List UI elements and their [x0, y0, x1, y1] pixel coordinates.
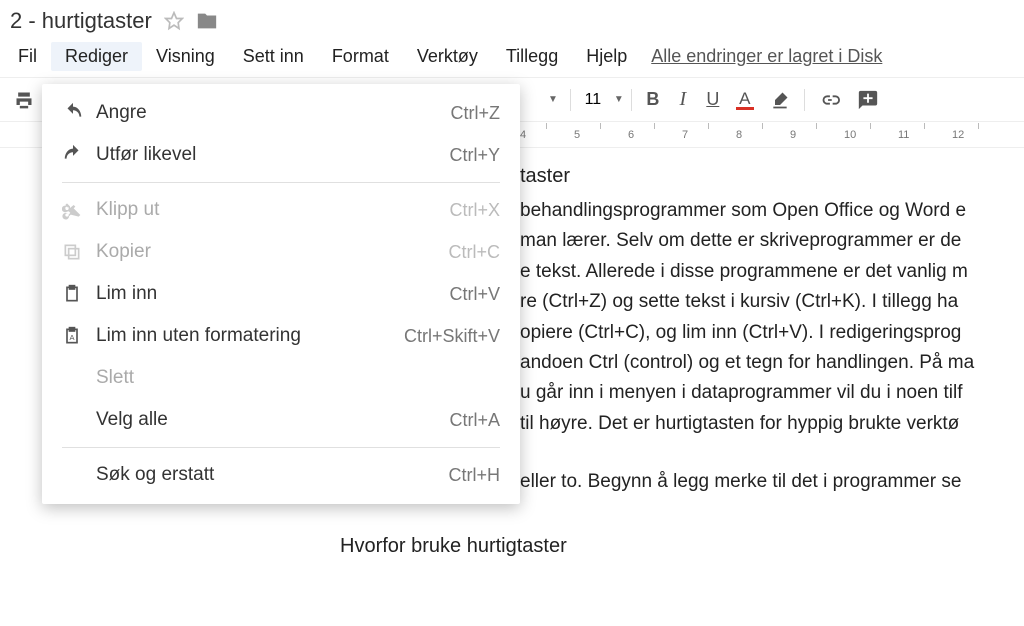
ruler-tick: 4: [520, 129, 572, 141]
star-icon[interactable]: [164, 11, 184, 31]
menu-visning[interactable]: Visning: [142, 42, 229, 71]
menu-item-delete[interactable]: Slett: [42, 357, 520, 399]
doc-text: til høyre. Det er hurtigtasten for hyppi…: [520, 409, 1024, 439]
menu-item-label: Slett: [96, 367, 500, 389]
menu-item-shortcut: Ctrl+A: [449, 410, 500, 431]
ruler-tick: 7: [682, 129, 734, 141]
title-bar: 2 - hurtigtaster: [0, 0, 1024, 38]
redo-icon: [62, 144, 96, 166]
menu-item-cut[interactable]: Klipp ut Ctrl+X: [42, 189, 520, 231]
menu-divider: [62, 447, 500, 448]
highlight-button[interactable]: [762, 84, 798, 116]
paste-icon: [62, 284, 96, 304]
font-size-control[interactable]: ▼: [577, 90, 625, 110]
style-dropdown[interactable]: ▼: [542, 94, 564, 105]
underline-button[interactable]: U: [698, 84, 728, 116]
menubar: Fil Rediger Visning Sett inn Format Verk…: [0, 38, 1024, 78]
menu-item-shortcut: Ctrl+X: [449, 200, 500, 221]
ruler-tick: 8: [736, 129, 788, 141]
svg-text:A: A: [69, 333, 74, 342]
add-comment-button[interactable]: [849, 84, 887, 116]
font-size-input[interactable]: [578, 91, 608, 109]
bold-button[interactable]: B: [638, 84, 668, 116]
menu-divider: [62, 182, 500, 183]
doc-text: opiere (Ctrl+C), og lim inn (Ctrl+V). I …: [520, 318, 1024, 348]
paste-plain-icon: A: [62, 326, 96, 346]
menu-item-label: Utfør likevel: [96, 144, 449, 166]
menu-item-shortcut: Ctrl+Y: [449, 145, 500, 166]
doc-text: eller to. Begynn å legg merke til det i …: [520, 467, 1024, 497]
insert-link-button[interactable]: [811, 84, 849, 116]
doc-heading: Hvorfor bruke hurtigtaster: [340, 530, 1024, 562]
menu-item-paste-plain[interactable]: A Lim inn uten formatering Ctrl+Skift+V: [42, 315, 520, 357]
ruler-tick: 5: [574, 129, 626, 141]
menu-rediger[interactable]: Rediger: [51, 42, 142, 71]
toolbar-separator: [804, 89, 805, 111]
toolbar-separator: [631, 89, 632, 111]
menu-item-label: Angre: [96, 102, 451, 124]
menu-verktoy[interactable]: Verktøy: [403, 42, 492, 71]
autosave-status[interactable]: Alle endringer er lagret i Disk: [651, 46, 882, 67]
ruler-tick: 6: [628, 129, 680, 141]
doc-text: re (Ctrl+Z) og sette tekst i kursiv (Ctr…: [520, 287, 1024, 317]
menu-sett-inn[interactable]: Sett inn: [229, 42, 318, 71]
menu-item-label: Lim inn uten formatering: [96, 325, 404, 347]
menu-hjelp[interactable]: Hjelp: [572, 42, 641, 71]
undo-icon: [62, 102, 96, 124]
print-icon[interactable]: [6, 84, 42, 116]
doc-text: behandlingsprogrammer som Open Office og…: [520, 196, 1024, 226]
ruler-tick: 9: [790, 129, 842, 141]
menu-item-label: Velg alle: [96, 409, 449, 431]
copy-icon: [62, 242, 96, 262]
menu-item-shortcut: Ctrl+Z: [451, 103, 501, 124]
ruler-tick: 11: [898, 129, 950, 141]
doc-heading: taster: [520, 160, 1024, 192]
edit-menu-dropdown: Angre Ctrl+Z Utfør likevel Ctrl+Y Klipp …: [42, 84, 520, 504]
menu-item-undo[interactable]: Angre Ctrl+Z: [42, 92, 520, 134]
doc-text: andoen Ctrl (control) og et tegn for han…: [520, 348, 1024, 378]
doc-text: e tekst. Allerede i disse programmene er…: [520, 257, 1024, 287]
italic-button[interactable]: I: [668, 84, 698, 116]
menu-format[interactable]: Format: [318, 42, 403, 71]
doc-text: man lærer. Selv om dette er skriveprogra…: [520, 226, 1024, 256]
menu-item-shortcut: Ctrl+V: [449, 284, 500, 305]
menu-tillegg[interactable]: Tillegg: [492, 42, 572, 71]
menu-item-label: Søk og erstatt: [96, 464, 448, 486]
menu-item-select-all[interactable]: Velg alle Ctrl+A: [42, 399, 520, 441]
menu-item-find-replace[interactable]: Søk og erstatt Ctrl+H: [42, 454, 520, 496]
menu-item-paste[interactable]: Lim inn Ctrl+V: [42, 273, 520, 315]
menu-item-label: Kopier: [96, 241, 448, 263]
menu-item-shortcut: Ctrl+C: [448, 242, 500, 263]
menu-fil[interactable]: Fil: [4, 42, 51, 71]
menu-item-label: Lim inn: [96, 283, 449, 305]
cut-icon: [62, 200, 96, 220]
ruler-tick: 10: [844, 129, 896, 141]
toolbar-separator: [570, 89, 571, 111]
menu-item-shortcut: Ctrl+Skift+V: [404, 326, 500, 347]
menu-item-copy[interactable]: Kopier Ctrl+C: [42, 231, 520, 273]
folder-icon[interactable]: [196, 10, 218, 32]
doc-text: u går inn i menyen i dataprogrammer vil …: [520, 378, 1024, 408]
menu-item-label: Klipp ut: [96, 199, 449, 221]
ruler-tick: 12: [952, 129, 1004, 141]
text-color-button[interactable]: A: [728, 84, 762, 116]
menu-item-shortcut: Ctrl+H: [448, 465, 500, 486]
doc-title[interactable]: 2 - hurtigtaster: [10, 8, 152, 34]
menu-item-redo[interactable]: Utfør likevel Ctrl+Y: [42, 134, 520, 176]
